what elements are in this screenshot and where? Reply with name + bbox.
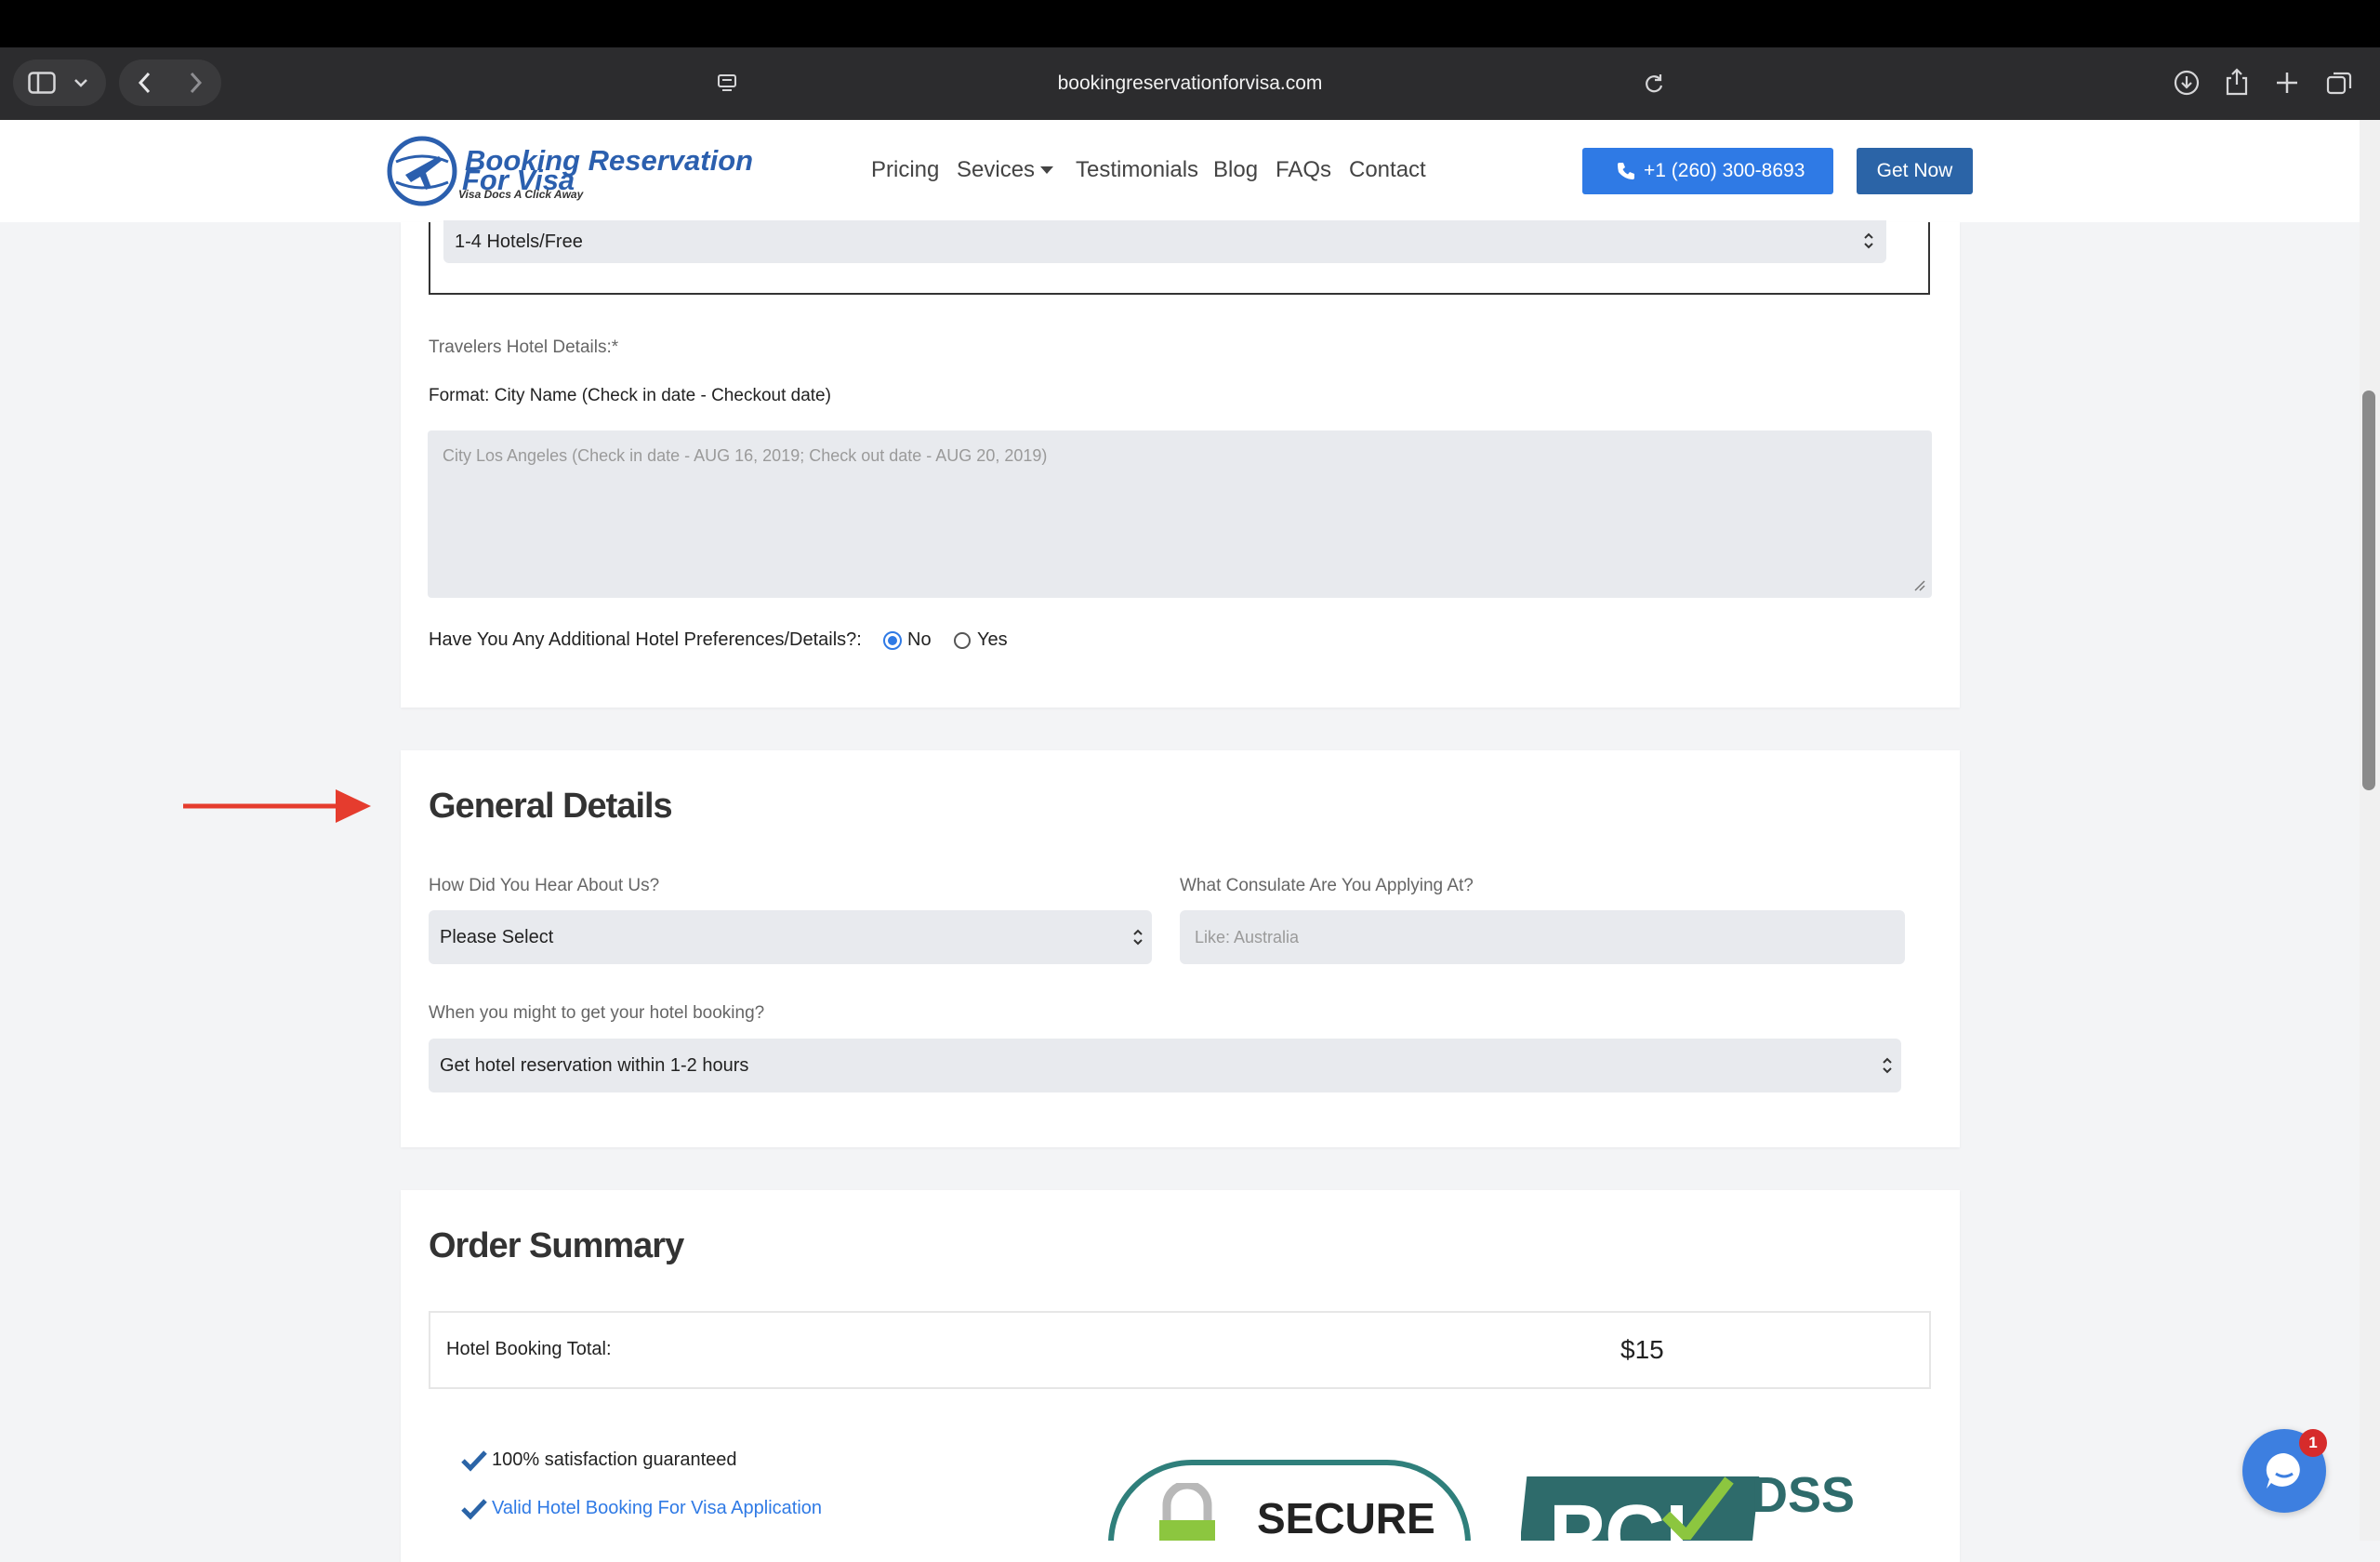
back-icon[interactable]	[136, 71, 154, 95]
logo-globe-icon[interactable]	[385, 134, 463, 208]
nav-pricing[interactable]: Pricing	[871, 152, 939, 189]
sidebar-toggle-group[interactable]	[13, 60, 106, 106]
lock-icon	[1159, 1483, 1215, 1541]
timing-value: Get hotel reservation within 1-2 hours	[440, 1055, 749, 1076]
address-bar[interactable]: bookingreservationforvisa.com	[930, 65, 1450, 102]
benefit-item: 100% satisfaction guaranteed	[492, 1449, 737, 1470]
share-icon[interactable]	[2223, 67, 2251, 97]
window-top-bar	[0, 0, 2380, 47]
select-arrows-icon	[1864, 232, 1873, 249]
page-scrollbar-thumb[interactable]	[2362, 390, 2375, 790]
select-arrows-icon	[1133, 929, 1143, 946]
page-scrollbar-track[interactable]	[2360, 120, 2380, 1541]
reload-icon[interactable]	[1642, 72, 1666, 96]
pci-dss-badge: PCI DSS	[1521, 1467, 1884, 1541]
logo-tagline: Visa Docs A Click Away	[458, 188, 584, 201]
travelers-label: Travelers Hotel Details:*	[429, 338, 619, 357]
order-total-row: Hotel Booking Total: $15	[429, 1311, 1931, 1389]
hear-about-value: Please Select	[440, 927, 554, 947]
new-tab-icon[interactable]	[2274, 70, 2300, 96]
timing-select[interactable]: Get hotel reservation within 1-2 hours	[429, 1039, 1901, 1092]
consulate-input[interactable]: Like: Australia	[1180, 910, 1905, 964]
chevron-down-icon[interactable]	[73, 76, 89, 89]
tab-overview-icon[interactable]	[2325, 70, 2353, 96]
chat-unread-badge: 1	[2299, 1429, 2327, 1457]
radio-no-dot	[888, 636, 897, 645]
order-total-label: Hotel Booking Total:	[446, 1339, 612, 1359]
secure-badge: SECURE	[1108, 1460, 1471, 1541]
nav-blog[interactable]: Blog	[1213, 152, 1258, 189]
radio-no-label[interactable]: No	[907, 628, 932, 652]
radio-no[interactable]	[883, 631, 902, 650]
nav-testimonials[interactable]: Testimonials	[1076, 152, 1198, 189]
nav-faqs[interactable]: FAQs	[1276, 152, 1331, 189]
hotel-details-placeholder: City Los Angeles (Check in date - AUG 16…	[443, 446, 1048, 465]
secure-badge-text: SECURE	[1257, 1494, 1435, 1541]
hear-about-select[interactable]: Please Select	[429, 910, 1152, 964]
page-menu-icon[interactable]	[716, 73, 738, 95]
nav-services[interactable]: Sevices	[957, 152, 1035, 189]
order-summary-title: Order Summary	[429, 1226, 684, 1265]
nav-contact[interactable]: Contact	[1349, 152, 1426, 189]
general-details-title: General Details	[429, 787, 673, 826]
forward-icon[interactable]	[186, 71, 205, 95]
select-arrows-icon	[1883, 1057, 1892, 1074]
timing-label: When you might to get your hotel booking…	[429, 1003, 765, 1023]
chat-bubble-icon	[2266, 1452, 2300, 1489]
benefit-link[interactable]: Valid Hotel Booking For Visa Application	[492, 1496, 822, 1520]
radio-yes-label[interactable]: Yes	[977, 628, 1008, 652]
hotel-details-textarea[interactable]: City Los Angeles (Check in date - AUG 16…	[428, 430, 1932, 598]
radio-yes[interactable]	[954, 632, 971, 649]
resize-handle-icon[interactable]	[1913, 579, 1926, 592]
order-total-value: $15	[1620, 1335, 1664, 1364]
hotel-count-value: 1-4 Hotels/Free	[455, 232, 583, 252]
caret-down-icon[interactable]	[1039, 165, 1054, 176]
hear-about-label: How Did You Hear About Us?	[429, 876, 660, 895]
sidebar-icon[interactable]	[28, 72, 56, 94]
hotel-count-select[interactable]: 1-4 Hotels/Free	[443, 220, 1886, 263]
get-now-button[interactable]: Get Now	[1857, 148, 1973, 194]
additional-prefs-question: Have You Any Additional Hotel Preference…	[429, 629, 862, 650]
call-button-label: +1 (260) 300-8693	[1644, 160, 1805, 181]
format-hint: Format: City Name (Check in date - Check…	[429, 386, 831, 405]
check-icon	[461, 1450, 487, 1472]
history-nav-group	[119, 60, 221, 106]
check-icon	[461, 1499, 487, 1520]
phone-icon	[1618, 163, 1634, 179]
consulate-placeholder: Like: Australia	[1195, 928, 1300, 946]
consulate-label: What Consulate Are You Applying At?	[1180, 876, 1474, 895]
call-button[interactable]: +1 (260) 300-8693	[1582, 148, 1833, 194]
downloads-icon[interactable]	[2173, 69, 2201, 97]
red-arrow-annotation	[183, 789, 371, 823]
dss-text: DSS	[1752, 1467, 1856, 1523]
pci-check-icon	[1661, 1476, 1734, 1540]
